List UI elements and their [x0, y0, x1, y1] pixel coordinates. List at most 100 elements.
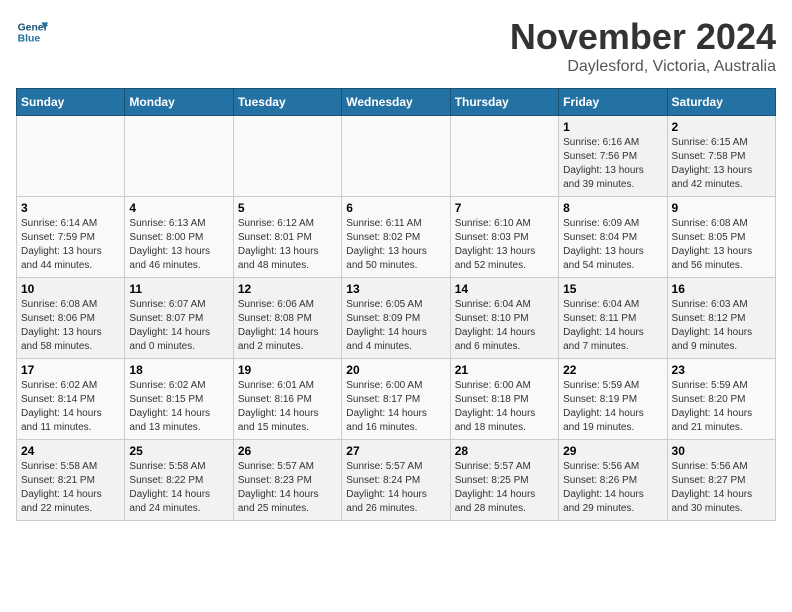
calendar-cell: 14 Sunrise: 6:04 AM Sunset: 8:10 PM Dayli…: [450, 278, 558, 359]
day-info: Sunrise: 6:02 AM Sunset: 8:14 PM Dayligh…: [21, 379, 120, 435]
calendar-cell: 18 Sunrise: 6:02 AM Sunset: 8:15 PM Dayli…: [125, 359, 233, 440]
week-row-2: 3Sunrise: 6:14 AM Sunset: 7:59 PM Daylig…: [17, 197, 776, 278]
day-info: Sunrise: 6:14 AM Sunset: 7:59 PM Dayligh…: [21, 217, 120, 273]
day-number: 17: [21, 363, 120, 377]
title-block: November 2024 Daylesford, Victoria, Aust…: [510, 16, 776, 76]
week-row-1: 1 Sunrise: 6:16 AM Sunset: 7:56 PM Daylig…: [17, 116, 776, 197]
calendar-cell: 1 Sunrise: 6:16 AM Sunset: 7:56 PM Daylig…: [559, 116, 667, 197]
day-number: 10: [21, 282, 120, 296]
day-info: Sunrise: 6:03 AM Sunset: 8:12 PM Dayligh…: [672, 298, 771, 354]
svg-text:Blue: Blue: [18, 34, 41, 45]
calendar-cell: 8 Sunrise: 6:09 AM Sunset: 8:04 PM Daylig…: [559, 197, 667, 278]
week-row-5: 24 Sunrise: 5:58 AM Sunset: 8:21 PM Dayli…: [17, 440, 776, 521]
day-number: 21: [455, 363, 554, 377]
day-number: 12: [238, 282, 337, 296]
day-info: Sunrise: 6:00 AM Sunset: 8:17 PM Dayligh…: [346, 379, 445, 435]
calendar-cell: 10 Sunrise: 6:08 AM Sunset: 8:06 PM Dayli…: [17, 278, 125, 359]
calendar-cell: [233, 116, 341, 197]
weekday-header-wednesday: Wednesday: [342, 89, 450, 116]
calendar-cell: 25 Sunrise: 5:58 AM Sunset: 8:22 PM Dayli…: [125, 440, 233, 521]
calendar-cell: 17 Sunrise: 6:02 AM Sunset: 8:14 PM Dayli…: [17, 359, 125, 440]
day-info: Sunrise: 5:57 AM Sunset: 8:23 PM Dayligh…: [238, 460, 337, 516]
day-number: 14: [455, 282, 554, 296]
calendar-cell: 24 Sunrise: 5:58 AM Sunset: 8:21 PM Dayli…: [17, 440, 125, 521]
day-number: 1: [563, 120, 662, 134]
weekday-header-friday: Friday: [559, 89, 667, 116]
day-info: Sunrise: 6:15 AM Sunset: 7:58 PM Dayligh…: [672, 136, 771, 192]
week-row-4: 17 Sunrise: 6:02 AM Sunset: 8:14 PM Dayli…: [17, 359, 776, 440]
day-info: Sunrise: 6:05 AM Sunset: 8:09 PM Dayligh…: [346, 298, 445, 354]
day-info: Sunrise: 6:09 AM Sunset: 8:04 PM Dayligh…: [563, 217, 662, 273]
day-info: Sunrise: 6:02 AM Sunset: 8:15 PM Dayligh…: [129, 379, 228, 435]
calendar-cell: 2Sunrise: 6:15 AM Sunset: 7:58 PM Daylig…: [667, 116, 775, 197]
location-subtitle: Daylesford, Victoria, Australia: [510, 58, 776, 76]
weekday-header-row: SundayMondayTuesdayWednesdayThursdayFrid…: [17, 89, 776, 116]
calendar-cell: [17, 116, 125, 197]
calendar-cell: [450, 116, 558, 197]
calendar-cell: [125, 116, 233, 197]
day-number: 24: [21, 444, 120, 458]
day-number: 19: [238, 363, 337, 377]
calendar-cell: 22 Sunrise: 5:59 AM Sunset: 8:19 PM Dayli…: [559, 359, 667, 440]
calendar-cell: 20 Sunrise: 6:00 AM Sunset: 8:17 PM Dayli…: [342, 359, 450, 440]
day-number: 9: [672, 201, 771, 215]
day-info: Sunrise: 5:58 AM Sunset: 8:22 PM Dayligh…: [129, 460, 228, 516]
day-info: Sunrise: 6:11 AM Sunset: 8:02 PM Dayligh…: [346, 217, 445, 273]
day-info: Sunrise: 5:56 AM Sunset: 8:26 PM Dayligh…: [563, 460, 662, 516]
day-number: 29: [563, 444, 662, 458]
day-info: Sunrise: 5:58 AM Sunset: 8:21 PM Dayligh…: [21, 460, 120, 516]
day-number: 25: [129, 444, 228, 458]
calendar-cell: [342, 116, 450, 197]
day-number: 23: [672, 363, 771, 377]
weekday-header-saturday: Saturday: [667, 89, 775, 116]
day-number: 28: [455, 444, 554, 458]
calendar-cell: 29 Sunrise: 5:56 AM Sunset: 8:26 PM Dayli…: [559, 440, 667, 521]
day-info: Sunrise: 5:56 AM Sunset: 8:27 PM Dayligh…: [672, 460, 771, 516]
calendar-cell: 3Sunrise: 6:14 AM Sunset: 7:59 PM Daylig…: [17, 197, 125, 278]
day-info: Sunrise: 6:07 AM Sunset: 8:07 PM Dayligh…: [129, 298, 228, 354]
logo: General Blue: [16, 16, 48, 48]
page-header: General Blue November 2024 Daylesford, V…: [16, 16, 776, 76]
day-number: 30: [672, 444, 771, 458]
day-info: Sunrise: 6:04 AM Sunset: 8:10 PM Dayligh…: [455, 298, 554, 354]
day-info: Sunrise: 6:00 AM Sunset: 8:18 PM Dayligh…: [455, 379, 554, 435]
calendar-cell: 5Sunrise: 6:12 AM Sunset: 8:01 PM Daylig…: [233, 197, 341, 278]
calendar-cell: 12 Sunrise: 6:06 AM Sunset: 8:08 PM Dayli…: [233, 278, 341, 359]
week-row-3: 10 Sunrise: 6:08 AM Sunset: 8:06 PM Dayli…: [17, 278, 776, 359]
calendar-cell: 30 Sunrise: 5:56 AM Sunset: 8:27 PM Dayli…: [667, 440, 775, 521]
day-info: Sunrise: 5:57 AM Sunset: 8:25 PM Dayligh…: [455, 460, 554, 516]
day-number: 22: [563, 363, 662, 377]
day-info: Sunrise: 5:59 AM Sunset: 8:19 PM Dayligh…: [563, 379, 662, 435]
weekday-header-monday: Monday: [125, 89, 233, 116]
day-info: Sunrise: 5:59 AM Sunset: 8:20 PM Dayligh…: [672, 379, 771, 435]
weekday-header-tuesday: Tuesday: [233, 89, 341, 116]
day-number: 26: [238, 444, 337, 458]
calendar-cell: 19 Sunrise: 6:01 AM Sunset: 8:16 PM Dayli…: [233, 359, 341, 440]
day-info: Sunrise: 6:10 AM Sunset: 8:03 PM Dayligh…: [455, 217, 554, 273]
day-info: Sunrise: 6:01 AM Sunset: 8:16 PM Dayligh…: [238, 379, 337, 435]
calendar-cell: 16 Sunrise: 6:03 AM Sunset: 8:12 PM Dayli…: [667, 278, 775, 359]
day-info: Sunrise: 6:04 AM Sunset: 8:11 PM Dayligh…: [563, 298, 662, 354]
day-number: 20: [346, 363, 445, 377]
day-info: Sunrise: 6:08 AM Sunset: 8:06 PM Dayligh…: [21, 298, 120, 354]
day-info: Sunrise: 6:12 AM Sunset: 8:01 PM Dayligh…: [238, 217, 337, 273]
weekday-header-sunday: Sunday: [17, 89, 125, 116]
calendar-cell: 21 Sunrise: 6:00 AM Sunset: 8:18 PM Dayli…: [450, 359, 558, 440]
day-info: Sunrise: 6:13 AM Sunset: 8:00 PM Dayligh…: [129, 217, 228, 273]
day-number: 6: [346, 201, 445, 215]
day-number: 16: [672, 282, 771, 296]
day-number: 18: [129, 363, 228, 377]
weekday-header-thursday: Thursday: [450, 89, 558, 116]
calendar-cell: 15Sunrise: 6:04 AM Sunset: 8:11 PM Dayli…: [559, 278, 667, 359]
calendar-cell: 7 Sunrise: 6:10 AM Sunset: 8:03 PM Daylig…: [450, 197, 558, 278]
day-number: 13: [346, 282, 445, 296]
calendar-cell: 28 Sunrise: 5:57 AM Sunset: 8:25 PM Dayli…: [450, 440, 558, 521]
month-year-title: November 2024: [510, 16, 776, 58]
calendar-cell: 23 Sunrise: 5:59 AM Sunset: 8:20 PM Dayli…: [667, 359, 775, 440]
day-info: Sunrise: 6:06 AM Sunset: 8:08 PM Dayligh…: [238, 298, 337, 354]
day-number: 8: [563, 201, 662, 215]
day-number: 7: [455, 201, 554, 215]
day-info: Sunrise: 5:57 AM Sunset: 8:24 PM Dayligh…: [346, 460, 445, 516]
day-info: Sunrise: 6:08 AM Sunset: 8:05 PM Dayligh…: [672, 217, 771, 273]
day-info: Sunrise: 6:16 AM Sunset: 7:56 PM Dayligh…: [563, 136, 662, 192]
